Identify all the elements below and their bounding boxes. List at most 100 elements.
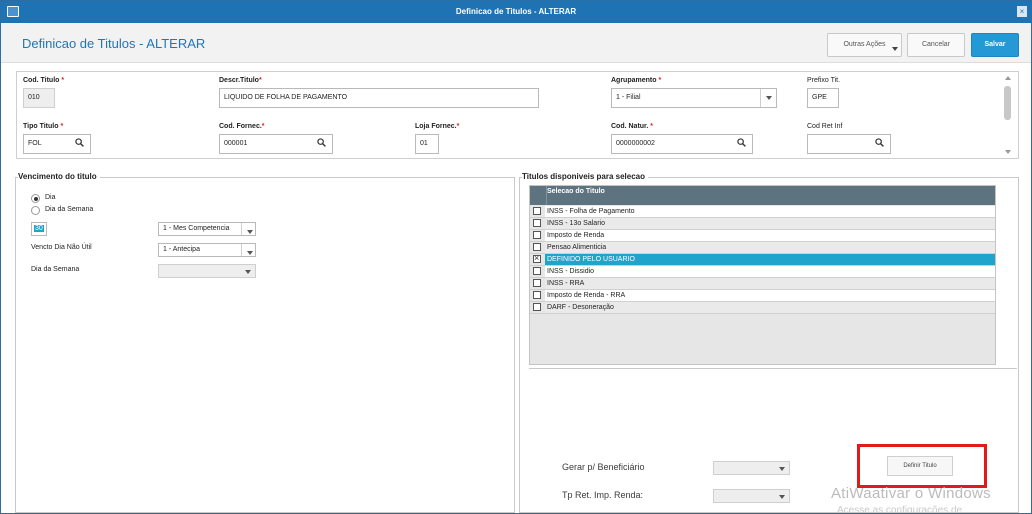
title-form: Cod. Titulo * 010 Descr.Titulo* LIQUIDO … [16,71,1019,159]
vencto-select[interactable]: 1 - Antecipa [158,243,256,257]
search-icon[interactable] [737,138,746,147]
list-item[interactable]: INSS - 13o Salario [530,218,995,230]
tipo-titulo-field[interactable]: FOL [23,134,91,154]
window-title: Definicao de Titulos - ALTERAR [455,7,577,16]
list-item-label: INSS - RRA [545,278,995,289]
agrupamento-select[interactable]: 1 - Filial [611,88,777,108]
list-item-label: INSS - Folha de Pagamento [545,206,995,217]
search-icon[interactable] [317,138,326,147]
list-column-header: Selecao do Titulo [547,188,605,195]
list-item[interactable]: Pensao Alimenticia [530,242,995,254]
prefixo-field[interactable]: GPE [807,88,839,108]
descr-titulo-label: Descr.Titulo* [219,77,262,84]
dia-field[interactable]: 30 [31,222,47,236]
activation-watermark: AtiWaativar o Windows [831,485,991,502]
list-item-label: DARF - Desoneração [545,302,995,313]
checkbox[interactable] [533,219,541,227]
form-scrollbar[interactable] [1004,76,1012,154]
list-item-label: Pensao Alimenticia [545,242,995,253]
dia-semana-label: Dia da Semana [31,266,80,273]
list-item-label: INSS - Dissidio [545,266,995,277]
checkbox[interactable] [533,267,541,275]
list-item[interactable]: INSS - Folha de Pagamento [530,206,995,218]
gerar-label: Gerar p/ Beneficiário [562,462,645,472]
dia-semana-select[interactable] [158,264,256,278]
checkbox-checked[interactable] [533,253,541,264]
chevron-down-icon [892,47,898,51]
titulos-list: Selecao do Titulo INSS - Folha de Pagame… [529,185,996,365]
close-icon[interactable]: × [1017,6,1027,17]
page-title: Definicao de Titulos - ALTERAR [22,36,206,51]
competencia-select[interactable]: 1 - Mes Competencia [158,222,256,236]
cod-titulo-field[interactable]: 010 [23,88,55,108]
scroll-thumb[interactable] [1004,86,1011,120]
radio-dia-semana-label: Dia da Semana [45,206,94,213]
cod-fornec-label: Cod. Fornec.* [219,123,265,130]
tp-ret-label: Tp Ret. Imp. Renda: [562,490,644,500]
dia-value: 30 [34,225,44,232]
list-rows: INSS - Folha de Pagamento INSS - 13o Sal… [530,206,995,314]
cod-fornec-field[interactable]: 000001 [219,134,333,154]
chevron-down-icon [241,244,255,256]
tipo-titulo-value: FOL [28,140,42,147]
list-item[interactable]: INSS - RRA [530,278,995,290]
loja-fornec-field[interactable]: 01 [415,134,439,154]
vencto-label: Vencto Dia Não Útil [31,244,92,251]
vencimento-title: Vencimento do titulo [18,172,100,181]
list-item-label: Imposto de Renda - RRA [545,290,995,301]
competencia-value: 1 - Mes Competencia [163,225,230,232]
search-icon[interactable] [875,138,884,147]
list-item[interactable]: Imposto de Renda [530,230,995,242]
radio-dia-label: Dia [45,194,56,201]
titulos-title: Titulos disponiveis para selecao [522,172,649,181]
list-header: Selecao do Titulo [530,186,995,205]
cod-natur-field[interactable]: 0000000002 [611,134,753,154]
cod-natur-value: 0000000002 [616,140,655,147]
list-item[interactable]: INSS - Dissidio [530,266,995,278]
cancel-button[interactable]: Cancelar [907,33,965,57]
activation-watermark-sub: Acesse as configurações de [837,505,963,514]
search-icon[interactable] [75,138,84,147]
list-item[interactable]: Imposto de Renda - RRA [530,290,995,302]
tp-ret-select[interactable] [713,489,790,503]
cod-natur-label: Cod. Natur. * [611,123,654,130]
app-window: Definicao de Titulos - ALTERAR × Definic… [0,0,1032,514]
checkbox[interactable] [533,303,541,311]
list-item[interactable]: DARF - Desoneração [530,302,995,314]
checkbox[interactable] [533,291,541,299]
checkbox[interactable] [533,207,541,215]
save-button[interactable]: Salvar [971,33,1019,57]
list-item-label: DEFINIDO PELO USUARIO [545,254,995,265]
list-item-label: Imposto de Renda [545,230,995,241]
prefixo-label: Prefixo Tit. [807,77,841,84]
vencimento-group: Vencimento do titulo [15,172,515,513]
scroll-down-icon[interactable] [1005,150,1011,154]
radio-dia[interactable] [31,194,40,203]
vencto-value: 1 - Antecipa [163,246,200,253]
chevron-down-icon [241,223,255,235]
highlight-box [857,444,987,488]
loja-fornec-label: Loja Fornec.* [415,123,460,130]
cod-ret-inf-label: Cod Ret Inf [807,123,843,130]
outras-acoes-label: Outras Ações [843,41,886,48]
checkbox[interactable] [533,231,541,239]
checkbox[interactable] [533,279,541,287]
list-item-selected[interactable]: DEFINIDO PELO USUARIO [530,253,995,266]
list-item-label: INSS - 13o Salario [545,218,995,229]
cod-fornec-value: 000001 [224,140,248,147]
radio-dia-semana[interactable] [31,206,40,215]
title-bar: Definicao de Titulos - ALTERAR × [1,1,1031,23]
descr-titulo-field[interactable]: LIQUIDO DE FOLHA DE PAGAMENTO [219,88,539,108]
gerar-select[interactable] [713,461,790,475]
outras-acoes-button[interactable]: Outras Ações [827,33,902,57]
chevron-down-icon [760,89,776,107]
checkbox[interactable] [533,243,541,251]
cod-titulo-label: Cod. Titulo * [23,77,65,84]
agrupamento-label: Agrupamento * [611,77,662,84]
page-header: Definicao de Titulos - ALTERAR Outras Aç… [1,23,1031,63]
agrupamento-value: 1 - Filial [616,94,641,101]
scroll-up-icon[interactable] [1005,76,1011,80]
cod-ret-inf-field[interactable] [807,134,891,154]
divider [529,368,1017,369]
tipo-titulo-label: Tipo Titulo * [23,123,64,130]
